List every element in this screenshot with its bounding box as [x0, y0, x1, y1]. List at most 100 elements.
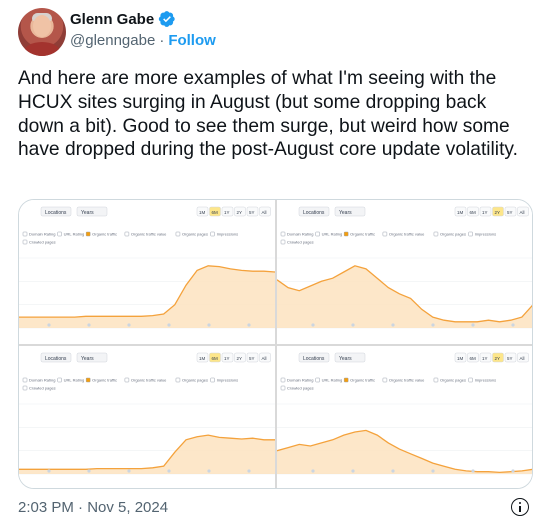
toolbar-label: Years	[339, 210, 352, 216]
metric-checkbox	[315, 377, 320, 383]
metric-checkbox	[382, 377, 388, 383]
metric-label: Organic traffic	[92, 232, 117, 237]
metric-label: Organic traffic	[350, 232, 375, 237]
metric-label: Organic pages	[440, 232, 466, 237]
metric-checkbox	[22, 239, 28, 245]
metric-label: Impressions	[217, 232, 239, 237]
tweet-header: Glenn Gabe @glenngabe · Follow	[18, 8, 518, 56]
annotation-marker	[167, 469, 171, 473]
range-label: 2Y	[495, 210, 501, 215]
range-label: 1Y	[224, 356, 230, 361]
annotation-marker	[391, 323, 395, 327]
range-label: 1Y	[482, 356, 488, 361]
separator-dot: ·	[159, 32, 165, 49]
annotation-marker	[207, 323, 211, 327]
metric-label: URL Rating	[64, 378, 85, 383]
tweet-media-image[interactable]: Locations Years 1M 6M 1Y 2Y 5Y All Domain Rating…	[18, 199, 533, 489]
author-name[interactable]: Glenn Gabe	[70, 11, 154, 28]
range-label: 1Y	[482, 210, 488, 215]
metric-checkbox	[280, 239, 286, 245]
traffic-chart-4: Locations Years 1M 6M 1Y 2Y 5Y All Domain Rating…	[277, 352, 532, 475]
range-label: 2Y	[237, 356, 243, 361]
traffic-area	[19, 265, 275, 328]
range-label: 6M	[212, 210, 219, 215]
annotation-marker	[167, 323, 171, 327]
annotation-marker	[511, 469, 515, 473]
annotation-marker	[127, 469, 131, 473]
verified-badge-icon	[159, 11, 175, 27]
metric-label: Organic pages	[182, 378, 208, 383]
metric-label: URL Rating	[64, 232, 85, 237]
metric-label: Domain Rating	[287, 232, 313, 237]
author-name-row: Glenn Gabe	[70, 10, 176, 28]
metric-label: URL Rating	[322, 232, 343, 237]
metric-checkbox	[382, 231, 388, 237]
traffic-chart-2: Locations Years 1M 6M 1Y 2Y 5Y All Domain Rating…	[277, 206, 532, 329]
range-label: All	[262, 356, 267, 361]
metric-label: Organic traffic value	[389, 378, 425, 383]
tweet-timestamp[interactable]: 2:03 PM · Nov 5, 2024	[18, 499, 168, 516]
info-icon[interactable]	[511, 498, 529, 516]
annotation-marker	[247, 469, 251, 473]
metric-label: Organic traffic	[92, 378, 117, 383]
metric-label: Organic traffic	[350, 378, 375, 383]
chart-panel-3: Locations Years 1M 6M 1Y 2Y 5Y All Domain Rating…	[19, 346, 275, 488]
toolbar-label: Locations	[303, 210, 325, 216]
annotation-marker	[47, 469, 51, 473]
annotation-marker	[87, 323, 91, 327]
metric-checkbox	[343, 231, 349, 237]
range-label: All	[520, 210, 525, 215]
range-label: All	[262, 210, 267, 215]
metric-label: Organic traffic value	[131, 378, 167, 383]
traffic-area	[277, 430, 532, 474]
metric-checkbox	[343, 377, 349, 383]
annotation-marker	[127, 323, 131, 327]
metric-checkbox	[433, 377, 439, 383]
metric-checkbox	[124, 377, 130, 383]
metric-label: Domain Rating	[29, 378, 55, 383]
metric-checkbox	[280, 231, 286, 237]
metric-checkbox	[57, 377, 62, 383]
traffic-area	[277, 265, 532, 328]
metric-label: Domain Rating	[287, 378, 313, 383]
toolbar-label: Years	[81, 356, 94, 362]
metric-label: Organic pages	[440, 378, 466, 383]
metric-checkbox	[315, 231, 320, 237]
annotation-marker	[471, 469, 475, 473]
annotation-marker	[511, 323, 515, 327]
range-label: 1M	[199, 356, 206, 361]
toolbar-label: Years	[339, 356, 352, 362]
range-label: 6M	[470, 210, 477, 215]
metric-label: Crawled pages	[29, 240, 56, 245]
metric-checkbox	[210, 231, 215, 237]
range-label: 1M	[199, 210, 206, 215]
toolbar-label: Years	[81, 210, 94, 216]
range-label: 5Y	[249, 356, 255, 361]
metric-checkbox	[468, 231, 473, 237]
annotation-marker	[431, 469, 435, 473]
range-label: 2Y	[237, 210, 243, 215]
metric-label: Crawled pages	[29, 386, 56, 391]
toolbar-label: Locations	[45, 356, 67, 362]
annotation-marker	[87, 469, 91, 473]
annotation-marker	[351, 469, 355, 473]
media-divider-horizontal	[19, 344, 532, 346]
annotation-marker	[471, 323, 475, 327]
follow-button[interactable]: Follow	[168, 32, 216, 49]
metric-checkbox	[280, 377, 286, 383]
metric-label: Domain Rating	[29, 232, 55, 237]
metric-checkbox	[280, 385, 286, 391]
annotation-marker	[207, 469, 211, 473]
toolbar-label: Locations	[303, 356, 325, 362]
metric-label: URL Rating	[322, 378, 343, 383]
avatar[interactable]	[18, 8, 66, 56]
metric-checkbox	[433, 231, 439, 237]
author-handle[interactable]: @glenngabe	[70, 32, 155, 49]
traffic-chart-1: Locations Years 1M 6M 1Y 2Y 5Y All Domain Rating…	[19, 206, 275, 329]
metric-checkbox	[85, 231, 91, 237]
tweet-text: And here are more examples of what I'm s…	[18, 68, 518, 161]
metric-checkbox	[210, 377, 215, 383]
metric-checkbox	[22, 377, 28, 383]
range-label: 6M	[470, 356, 477, 361]
annotation-marker	[431, 323, 435, 327]
